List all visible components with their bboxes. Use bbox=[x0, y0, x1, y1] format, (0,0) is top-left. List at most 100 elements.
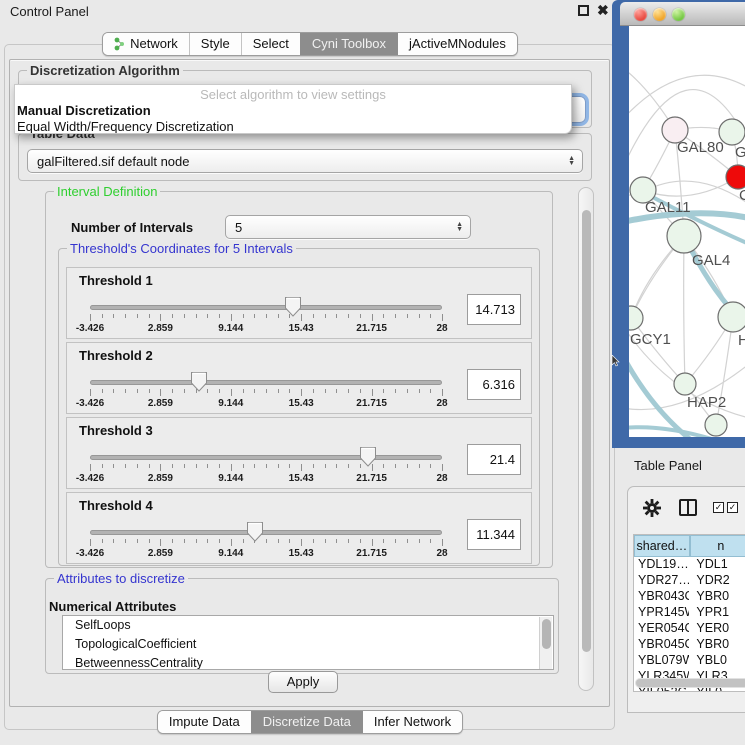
slider-tick bbox=[325, 464, 326, 468]
slider-tick bbox=[125, 539, 126, 543]
tab-style[interactable]: Style bbox=[189, 33, 241, 55]
slider-tick bbox=[243, 314, 244, 318]
slider-tick bbox=[372, 389, 373, 396]
table-horizontal-scrollbar[interactable] bbox=[635, 678, 745, 688]
float-window-icon[interactable] bbox=[578, 5, 589, 16]
table-row[interactable]: YDL19…YDL1 bbox=[634, 557, 745, 573]
slider-track[interactable] bbox=[90, 455, 442, 460]
attributes-list-scrollbar[interactable] bbox=[539, 617, 552, 670]
threshold-value-field[interactable]: 11.344 bbox=[467, 519, 521, 550]
tab-network[interactable]: Network bbox=[103, 33, 189, 55]
tab-discretize-data[interactable]: Discretize Data bbox=[251, 711, 362, 733]
network-window-titlebar[interactable] bbox=[620, 2, 745, 26]
cell-shared-name: YPR145W bbox=[634, 605, 689, 621]
table-row[interactable]: YDR27…YDR2 bbox=[634, 573, 745, 589]
column-header-name[interactable]: n bbox=[690, 535, 745, 557]
slider-tick bbox=[137, 464, 138, 468]
attribute-list-item[interactable]: BetweennessCentrality bbox=[63, 654, 553, 670]
number-of-intervals-combobox[interactable]: 5 ▲▼ bbox=[225, 215, 471, 239]
scrollbar-thumb[interactable] bbox=[636, 679, 745, 687]
split-columns-icon[interactable] bbox=[679, 499, 697, 516]
mac-zoom-icon[interactable] bbox=[672, 8, 685, 21]
network-edge[interactable] bbox=[684, 236, 685, 384]
slider-tick bbox=[102, 389, 103, 393]
network-node-hap2[interactable] bbox=[674, 373, 696, 395]
mac-close-icon[interactable] bbox=[634, 8, 647, 21]
network-edge-thick[interactable] bbox=[629, 427, 715, 437]
attribute-list-item[interactable]: TopologicalCoefficient bbox=[63, 635, 553, 654]
gear-icon[interactable] bbox=[643, 499, 661, 517]
slider-thumb[interactable] bbox=[285, 297, 302, 317]
threshold-value-field[interactable]: 6.316 bbox=[467, 369, 521, 400]
slider-tick bbox=[336, 539, 337, 543]
node-attribute-table[interactable]: shared… n YDL19…YDL1YDR27…YDR2YBR043CYBR… bbox=[633, 534, 745, 692]
checkbox-icon[interactable]: ✓ bbox=[713, 502, 724, 513]
network-edge[interactable] bbox=[645, 177, 738, 196]
tab-label: Infer Network bbox=[374, 714, 451, 729]
numerical-attributes-label: Numerical Attributes bbox=[49, 599, 176, 614]
slider-tick bbox=[407, 464, 408, 468]
slider-tick bbox=[360, 539, 361, 543]
checkbox-icon[interactable]: ✓ bbox=[727, 502, 738, 513]
slider-tick bbox=[278, 539, 279, 543]
threshold-value-field[interactable]: 21.4 bbox=[467, 444, 521, 475]
close-icon[interactable]: ✖ bbox=[597, 2, 609, 19]
slider-tick bbox=[243, 539, 244, 543]
slider-tick-label: 9.144 bbox=[218, 548, 243, 559]
network-edge[interactable] bbox=[629, 75, 745, 121]
slider-track[interactable] bbox=[90, 305, 442, 310]
network-edge-thick[interactable] bbox=[629, 356, 691, 437]
slider-thumb[interactable] bbox=[247, 522, 264, 542]
tab-cyni-toolbox[interactable]: Cyni Toolbox bbox=[300, 33, 397, 55]
table-row[interactable]: YPR145WYPR1 bbox=[634, 605, 745, 621]
network-node-h[interactable] bbox=[718, 302, 745, 332]
slider-tick-label: -3.426 bbox=[76, 323, 104, 334]
slider-tick bbox=[160, 389, 161, 396]
network-node-gcy1[interactable] bbox=[629, 306, 643, 330]
threshold-value-field[interactable]: 14.713 bbox=[467, 294, 521, 325]
network-canvas[interactable]: GAL80GACGAL11GAL4GCY1HHAP2 bbox=[629, 26, 745, 437]
interval-definition-group: Interval Definition Number of Intervals … bbox=[45, 191, 553, 568]
tab-select[interactable]: Select bbox=[241, 33, 300, 55]
tab-infer-network[interactable]: Infer Network bbox=[362, 711, 462, 733]
menu-item-manual-discretization[interactable]: Manual Discretization bbox=[15, 102, 571, 118]
network-node-gal4[interactable] bbox=[667, 219, 701, 253]
network-edge[interactable] bbox=[631, 318, 685, 384]
slider-track[interactable] bbox=[90, 380, 442, 385]
table-row[interactable]: YBL079WYBL0 bbox=[634, 653, 745, 669]
slider-tick bbox=[102, 314, 103, 318]
apply-button[interactable]: Apply bbox=[268, 671, 338, 693]
network-node-ga[interactable] bbox=[719, 119, 745, 145]
scrollbar-thumb[interactable] bbox=[542, 619, 551, 649]
table-row[interactable]: YER054CYER0 bbox=[634, 621, 745, 637]
settings-vertical-scrollbar[interactable] bbox=[578, 187, 594, 691]
tab-impute-data[interactable]: Impute Data bbox=[158, 711, 251, 733]
tab-jactivemnodules[interactable]: jActiveMNodules bbox=[397, 33, 517, 55]
column-header-shared-name[interactable]: shared… bbox=[634, 535, 690, 557]
scrollbar-thumb[interactable] bbox=[582, 210, 591, 652]
slider-tick bbox=[207, 539, 208, 543]
slider-track[interactable] bbox=[90, 530, 442, 535]
network-edge[interactable] bbox=[629, 236, 684, 378]
cell-shared-name: YDR27… bbox=[634, 573, 689, 589]
mac-minimize-icon[interactable] bbox=[653, 8, 666, 21]
menu-item-equal-width-frequency[interactable]: Equal Width/Frequency Discretization bbox=[15, 118, 571, 134]
attribute-list-item[interactable]: SelfLoops bbox=[63, 616, 553, 635]
cell-name: YBR0 bbox=[689, 637, 745, 653]
network-node-c[interactable] bbox=[726, 165, 745, 189]
table-data-combobox[interactable]: galFiltered.sif default node ▲▼ bbox=[27, 149, 583, 173]
slider-tick bbox=[336, 464, 337, 468]
slider-thumb[interactable] bbox=[191, 372, 208, 392]
numerical-attributes-list[interactable]: SelfLoopsTopologicalCoefficientBetweenne… bbox=[62, 615, 554, 670]
tab-label: Impute Data bbox=[169, 714, 240, 729]
table-row[interactable]: YBR043CYBR0 bbox=[634, 589, 745, 605]
slider-tick bbox=[348, 464, 349, 468]
slider-tick bbox=[172, 314, 173, 318]
cell-shared-name: YBR045C bbox=[634, 637, 689, 653]
network-node[interactable] bbox=[705, 414, 727, 436]
slider-thumb[interactable] bbox=[360, 447, 377, 467]
table-row[interactable]: YBR045CYBR0 bbox=[634, 637, 745, 653]
top-tab-bar: NetworkStyleSelectCyni ToolboxjActiveMNo… bbox=[0, 32, 620, 56]
threshold-1-panel: Threshold 1-3.4262.8599.14415.4321.71528… bbox=[66, 267, 532, 339]
cell-shared-name: YER054C bbox=[634, 621, 689, 637]
